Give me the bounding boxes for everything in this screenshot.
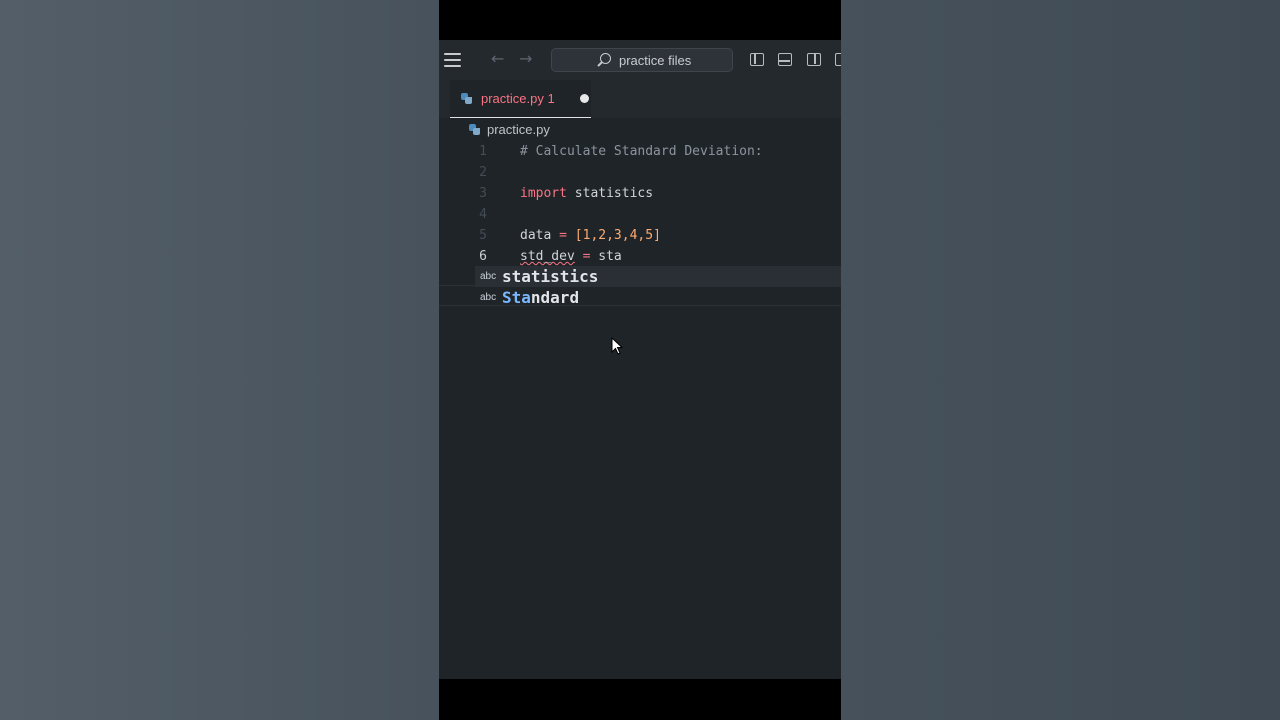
line-number: 4 — [479, 207, 487, 222]
breadcrumb-file[interactable]: practice.py — [487, 122, 550, 137]
code-text: import statistics — [520, 186, 654, 201]
line-number: 5 — [479, 228, 487, 243]
toggle-primary-sidebar-icon[interactable] — [750, 53, 764, 66]
suggestion-widget: abc statistics abc Standard — [475, 266, 841, 308]
line-number: 3 — [479, 186, 487, 201]
code-line: 5 data = [1,2,3,4,5] — [439, 225, 841, 246]
code-line: 3 import statistics — [439, 183, 841, 204]
title-bar: ← → practice files — [439, 40, 841, 80]
unsaved-changes-dot-icon[interactable] — [580, 94, 589, 103]
customize-layout-icon[interactable] — [835, 53, 841, 66]
suggestion-item[interactable]: abc statistics — [475, 266, 841, 287]
python-file-icon — [461, 93, 472, 104]
text-suggestion-icon: abc — [480, 292, 497, 303]
toggle-secondary-sidebar-icon[interactable] — [807, 53, 821, 66]
python-file-icon — [469, 124, 480, 135]
code-line: 2 — [439, 162, 841, 183]
tab-label: practice.py 1 — [481, 91, 555, 106]
code-text: data = [1,2,3,4,5] — [520, 228, 661, 243]
code-line: 4 — [439, 204, 841, 225]
suggestion-label: Standard — [502, 288, 580, 307]
line-number: 6 — [479, 249, 487, 264]
code-text: std_dev = sta — [520, 249, 622, 264]
search-label: practice files — [619, 53, 692, 68]
tab-practice-py[interactable]: practice.py 1 — [450, 80, 591, 118]
breadcrumb: practice.py — [439, 118, 841, 140]
text-suggestion-icon: abc — [480, 271, 497, 282]
background-right — [841, 0, 1280, 720]
hamburger-menu-icon[interactable] — [444, 53, 461, 67]
background-left — [0, 0, 439, 720]
tab-bar: practice.py 1 — [439, 80, 841, 118]
editor-window: ← → practice files practice.py 1 practic… — [439, 40, 841, 679]
command-center-search[interactable]: practice files — [551, 48, 733, 72]
line-number: 1 — [479, 144, 487, 159]
code-line: 1 # Calculate Standard Deviation: — [439, 141, 841, 162]
code-line-active: 6 std_dev = sta — [439, 246, 841, 267]
code-text: # Calculate Standard Deviation: — [520, 144, 763, 159]
line-number: 2 — [479, 165, 487, 180]
problem-count-badge: 1 — [547, 91, 555, 106]
mouse-pointer-icon — [611, 337, 624, 355]
toggle-panel-icon[interactable] — [778, 53, 792, 66]
suggestion-item[interactable]: abc Standard — [475, 287, 841, 308]
suggestion-label: statistics — [502, 267, 599, 286]
video-frame: ← → practice files practice.py 1 practic… — [439, 0, 841, 720]
search-icon — [600, 53, 611, 64]
back-arrow-icon[interactable]: ← — [491, 49, 504, 68]
forward-arrow-icon[interactable]: → — [519, 49, 532, 68]
